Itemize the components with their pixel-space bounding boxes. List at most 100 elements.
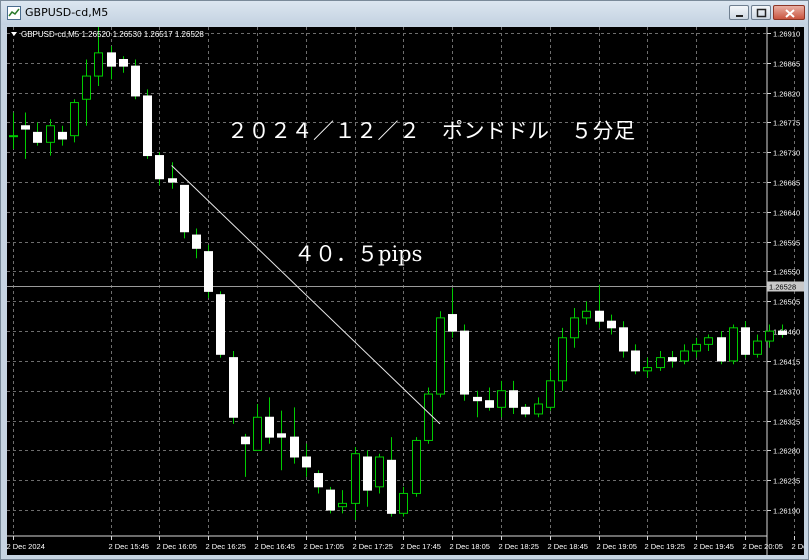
price-tick-label: 1.26595 (773, 239, 800, 248)
candle-body-bull (399, 492, 408, 514)
candle (180, 184, 189, 239)
maximize-button[interactable] (751, 5, 771, 20)
price-tick-label: 1.26640 (773, 209, 800, 218)
time-tick-label: 2 Dec 16:25 (206, 542, 246, 551)
candle-body-bear (595, 310, 604, 322)
candle-body-bull (70, 102, 79, 137)
minimize-button[interactable] (729, 5, 749, 20)
candle-body-bear (509, 390, 518, 408)
candle-body-bull (534, 403, 543, 415)
candle-body-bear (290, 436, 299, 458)
candle-body-bull (412, 439, 421, 494)
candle-body-bear (216, 294, 225, 355)
candle-body-bear (192, 234, 201, 249)
time-tick-label: 2 Dec 2024 (7, 542, 45, 551)
candle (143, 89, 152, 159)
candle-body-bear (326, 489, 335, 511)
candle-body-bull (82, 75, 91, 100)
candle (216, 291, 225, 358)
candle-body-bear (277, 433, 286, 438)
candle-body-bull (338, 502, 347, 508)
candle-body-bear (302, 456, 311, 468)
candle-body-bear (521, 406, 530, 415)
candle-body-bull (94, 52, 103, 77)
time-tick-label: 2 Dec 17:05 (304, 542, 344, 551)
title-bar[interactable]: GBPUSD-cd,M5 (1, 1, 808, 25)
candle-body-bull (9, 135, 18, 138)
candle (412, 437, 421, 497)
candle (326, 486, 335, 514)
price-tick-label: 1.26235 (773, 477, 800, 486)
time-tick-label: 2 Dec 20:25 (792, 542, 805, 551)
price-chart[interactable]: 1.26910 1.26865 1.26820 1.26775 1.26730 1.266… (7, 27, 804, 555)
price-tick-label: 1.26325 (773, 418, 800, 427)
candle-body-bear (58, 131, 67, 140)
time-tick-label: 2 Dec 16:05 (157, 542, 197, 551)
time-tick-label: 2 Dec 16:45 (255, 542, 295, 551)
candle-body-bear (265, 416, 274, 438)
candle-body-bull (351, 453, 360, 504)
time-tick-label: 2 Dec 17:25 (353, 542, 393, 551)
time-tick-label: 2 Dec 15:45 (109, 542, 149, 551)
price-tick-label: 1.26865 (773, 60, 800, 69)
price-tick-label: 1.26190 (773, 507, 800, 516)
price-tick-label: 1.26775 (773, 119, 800, 128)
candle-body-bear (448, 314, 457, 332)
candle-body-bull (729, 327, 738, 362)
candle-body-bear (387, 459, 396, 514)
current-price-tag: 1.26528 (767, 281, 804, 292)
candle-body-bear (717, 337, 726, 362)
price-tick-label: 1.26820 (773, 90, 800, 99)
candle-body-bear (180, 184, 189, 233)
current-price-label: 1.26528 (769, 283, 796, 292)
annotation-title: ２０２４／１２／２ ポンドドル ５分足 (227, 119, 636, 143)
price-tick-label: 1.26505 (773, 298, 800, 307)
candle-body-bull (680, 350, 689, 362)
price-tick-label: 1.26685 (773, 179, 800, 188)
candle-body-bear (241, 436, 250, 445)
candle (558, 327, 567, 391)
candle-body-bull (436, 317, 445, 395)
candle (729, 324, 738, 365)
candle-body-bull (692, 343, 701, 352)
price-tick-label: 1.26730 (773, 149, 800, 158)
close-button[interactable] (773, 5, 805, 20)
candle (460, 324, 469, 401)
candle-body-bear (741, 327, 750, 355)
time-tick-label: 2 Dec 19:25 (645, 542, 685, 551)
chart-background (7, 27, 804, 555)
candle-body-bear (33, 131, 42, 143)
candle-body-bear (21, 125, 30, 130)
candle-body-bear (607, 320, 616, 329)
candle (70, 99, 79, 143)
candle-body-bull (558, 337, 567, 382)
candle-body-bear (314, 473, 323, 488)
candle-body-bear (131, 65, 140, 97)
candle-body-bull (753, 340, 762, 355)
price-tick-label: 1.26550 (773, 268, 800, 277)
price-tick-label: 1.26415 (773, 358, 800, 367)
symbol-info: GBPUSD-cd,M5 1.26520 1.26530 1.26517 1.2… (11, 30, 204, 39)
candle-body-bear (485, 400, 494, 408)
candle-body-bear (229, 357, 238, 418)
price-tick-label: 1.26280 (773, 447, 800, 456)
candle (436, 311, 445, 398)
candle-body-bear (473, 396, 482, 402)
candle-body-bear (119, 59, 128, 67)
time-tick-label: 2 Dec 19:05 (597, 542, 637, 551)
time-tick-label: 2 Dec 18:05 (450, 542, 490, 551)
candle-body-bear (460, 330, 469, 395)
candle-body-bear (668, 357, 677, 362)
candle-body-bull (704, 337, 713, 345)
candle-body-bull (546, 380, 555, 408)
symbol-info-text: GBPUSD-cd,M5 1.26520 1.26530 1.26517 1.2… (21, 30, 204, 39)
price-tick-label: 1.26370 (773, 388, 800, 397)
candle-body-bear (631, 350, 640, 372)
candle-body-bear (619, 327, 628, 352)
terminal-window: GBPUSD-cd,M5 1.26910 1.26865 1.26820 1.2677… (0, 0, 809, 560)
time-tick-label: 2 Dec 17:45 (401, 542, 441, 551)
candle (204, 245, 213, 298)
maximize-icon (756, 8, 767, 18)
candle-body-bull (582, 310, 591, 319)
candle-body-bull (424, 393, 433, 441)
